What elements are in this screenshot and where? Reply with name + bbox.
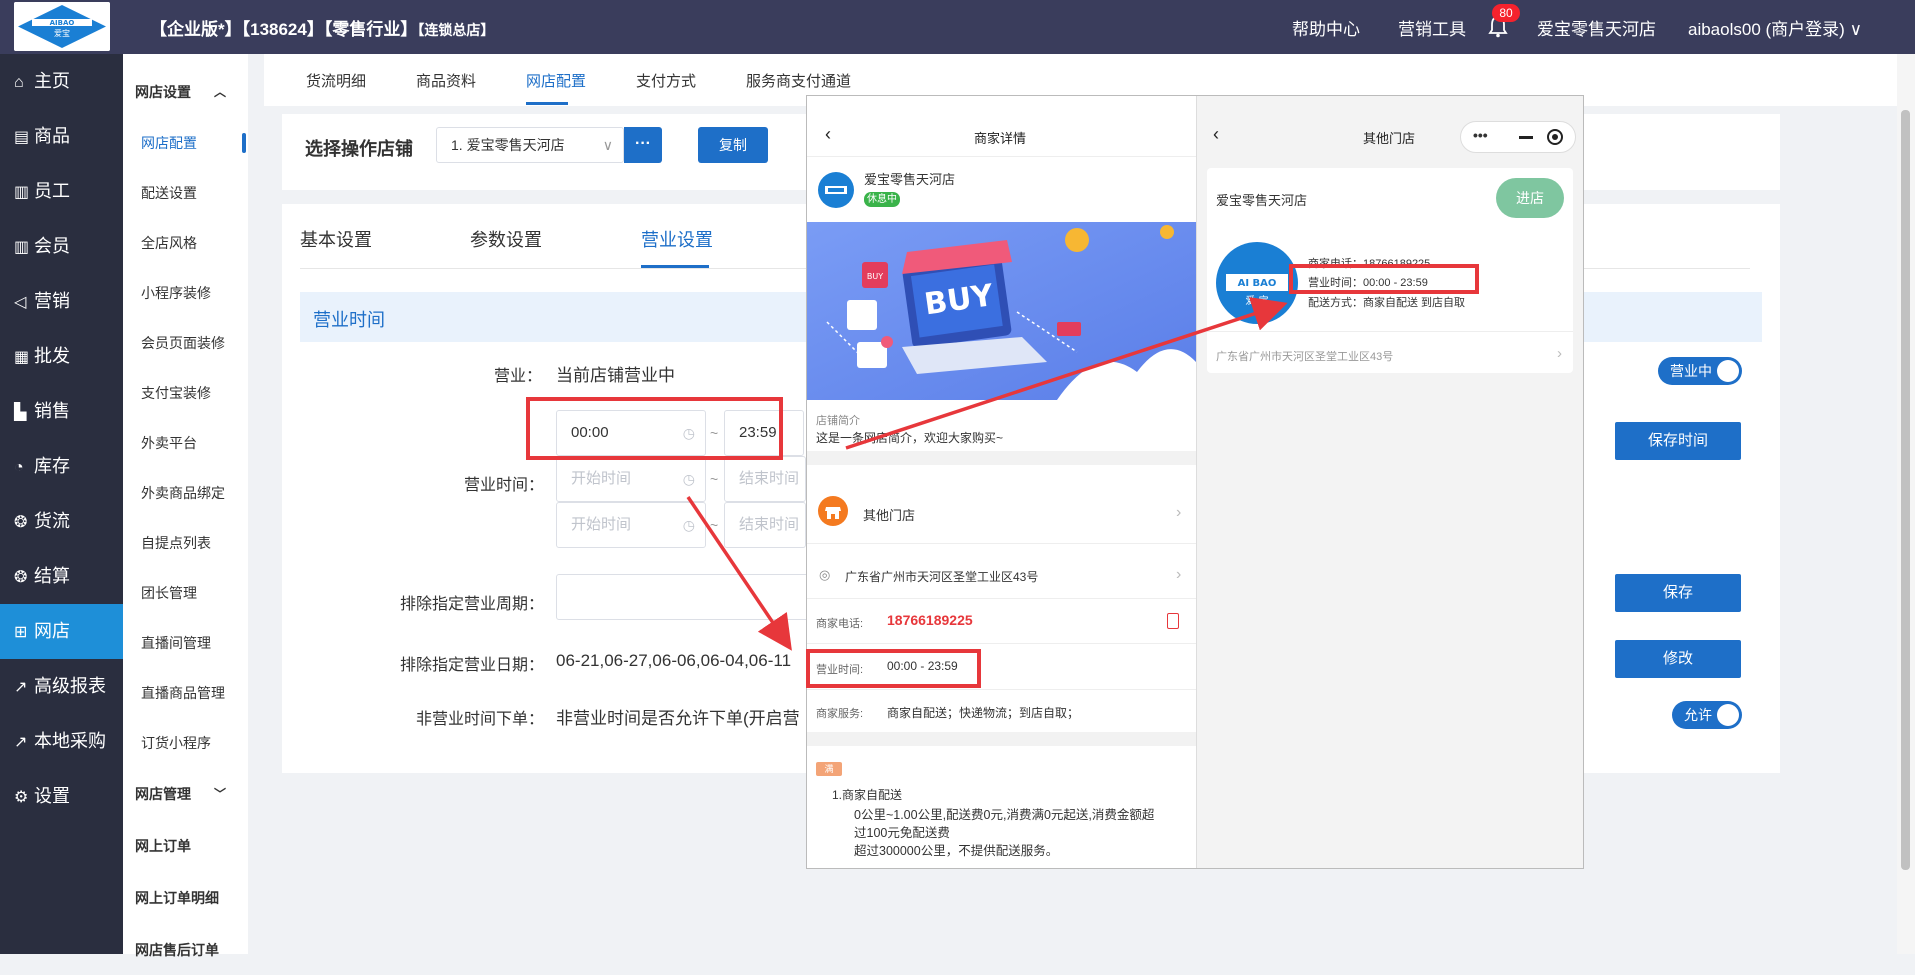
arrow-to-detail-hours [686, 496, 792, 651]
annotation-arrows [686, 297, 1288, 651]
arrow-to-card-hours [845, 297, 1288, 450]
